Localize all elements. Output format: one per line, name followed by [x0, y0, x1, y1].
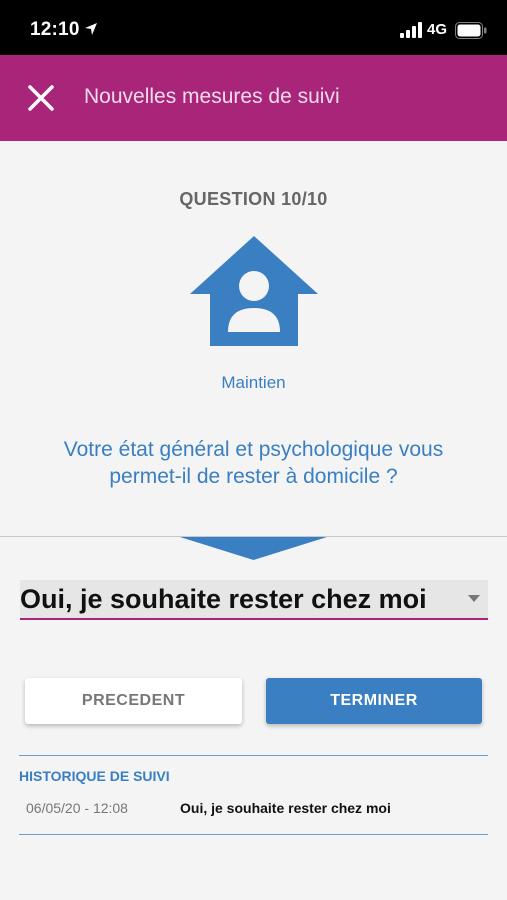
battery-icon: [455, 22, 487, 39]
history-entry-answer: Oui, je souhaite rester chez moi: [180, 800, 391, 816]
close-icon[interactable]: [24, 81, 58, 115]
previous-button[interactable]: PRECEDENT: [25, 678, 242, 724]
history-entry-date: 06/05/20 - 12:08: [26, 800, 128, 816]
history-title: HISTORIQUE DE SUIVI: [19, 768, 170, 784]
answer-selected-value: Oui, je souhaite rester chez moi: [20, 584, 427, 614]
status-bar: 12:10 4G: [0, 0, 507, 55]
question-panel: QUESTION 10/10 Maintien Votre état génér…: [0, 141, 507, 537]
location-arrow-icon: [85, 23, 97, 35]
question-text: Votre état général et psychologique vous…: [63, 438, 444, 488]
finish-button[interactable]: TERMINER: [266, 678, 482, 724]
status-time: 12:10: [30, 19, 80, 40]
signal-bars-icon: [400, 22, 422, 38]
category-label: Maintien: [221, 373, 286, 392]
app-header: Nouvelles mesures de suivi: [0, 55, 507, 141]
answer-select[interactable]: Oui, je souhaite rester chez moi: [20, 580, 488, 620]
history-divider-top: [19, 755, 488, 756]
home-person-icon: [190, 236, 318, 346]
question-counter: QUESTION 10/10: [179, 189, 328, 209]
page-title: Nouvelles mesures de suivi: [84, 85, 340, 108]
history-divider-bottom: [19, 834, 488, 835]
dropdown-caret-icon: [468, 595, 480, 602]
pointer-arrow-icon: [180, 537, 327, 560]
network-label: 4G: [427, 21, 448, 38]
